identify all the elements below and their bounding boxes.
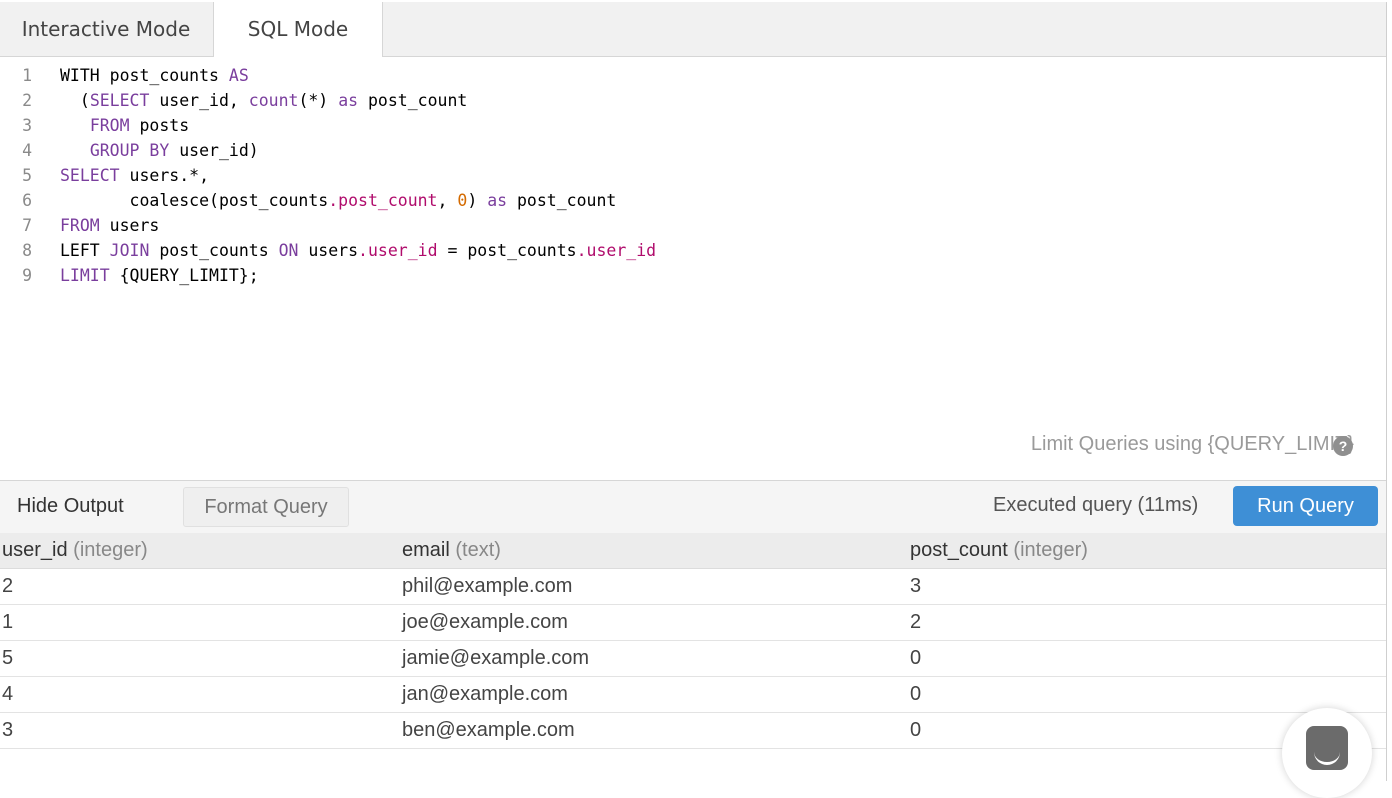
cell-user-id: 2 xyxy=(2,575,14,597)
mode-tabs: Interactive Mode SQL Mode xyxy=(0,2,1386,57)
cell-user-id: 5 xyxy=(2,647,14,669)
cell-email: joe@example.com xyxy=(402,611,568,633)
code-line-2: 2 (SELECT user_id, count(*) as post_coun… xyxy=(22,91,468,110)
chat-launcher-button[interactable] xyxy=(1282,708,1372,798)
tab-sql-mode[interactable]: SQL Mode xyxy=(213,2,383,57)
column-header-user-id[interactable]: user_id (integer) xyxy=(2,533,148,568)
table-row: 3 ben@example.com 0 xyxy=(0,713,1386,749)
table-row: 4 jan@example.com 0 xyxy=(0,677,1386,713)
code-line-1: 1 WITH post_counts AS xyxy=(22,66,249,85)
query-toolbar: Hide Output Format Query Executed query … xyxy=(0,480,1386,534)
code-line-8: 8 LEFT JOIN post_counts ON users.user_id … xyxy=(22,241,657,260)
cell-post-count: 2 xyxy=(910,611,922,633)
cell-post-count: 0 xyxy=(910,719,922,741)
question-circle-icon[interactable]: ? xyxy=(1333,436,1353,456)
cell-post-count: 3 xyxy=(910,575,922,597)
code-line-3: 3 FROM posts xyxy=(22,116,190,135)
tab-interactive-mode[interactable]: Interactive Mode xyxy=(0,2,212,56)
code-line-4: 4 GROUP BY user_id) xyxy=(22,141,259,160)
code-line-7: 7 FROM users xyxy=(22,216,160,235)
limit-queries-hint: Limit Queries using {QUERY_LIMIT} xyxy=(1030,433,1354,455)
results-header-row: user_id (integer) email (text) post_coun… xyxy=(0,533,1386,569)
execution-status: Executed query (11ms) xyxy=(993,494,1199,516)
table-row: 5 jamie@example.com 0 xyxy=(0,641,1386,677)
table-row: 1 joe@example.com 2 xyxy=(0,605,1386,641)
run-query-button[interactable]: Run Query xyxy=(1233,486,1378,526)
cell-user-id: 4 xyxy=(2,683,14,705)
cell-post-count: 0 xyxy=(910,647,922,669)
code-line-9: 9 LIMIT {QUERY_LIMIT}; xyxy=(22,266,259,285)
cell-post-count: 0 xyxy=(910,683,922,705)
cell-email: jan@example.com xyxy=(402,683,568,705)
cell-email: phil@example.com xyxy=(402,575,573,597)
format-query-button[interactable]: Format Query xyxy=(183,487,349,527)
cell-email: jamie@example.com xyxy=(402,647,590,669)
chat-icon xyxy=(1306,726,1348,770)
table-row: 2 phil@example.com 3 xyxy=(0,569,1386,605)
code-line-5: 5 SELECT users.*, xyxy=(22,166,210,185)
sql-editor[interactable]: 1 WITH post_counts AS 2 (SELECT user_id, … xyxy=(0,57,1386,479)
column-header-email[interactable]: email (text) xyxy=(402,533,501,568)
code-line-6: 6 coalesce(post_counts.post_count, 0) as… xyxy=(22,191,617,210)
hide-output-button[interactable]: Hide Output xyxy=(17,495,124,518)
cell-user-id: 1 xyxy=(2,611,14,633)
results-table: user_id (integer) email (text) post_coun… xyxy=(0,533,1386,749)
column-header-post-count[interactable]: post_count (integer) xyxy=(910,533,1088,568)
cell-email: ben@example.com xyxy=(402,719,575,741)
cell-user-id: 3 xyxy=(2,719,14,741)
